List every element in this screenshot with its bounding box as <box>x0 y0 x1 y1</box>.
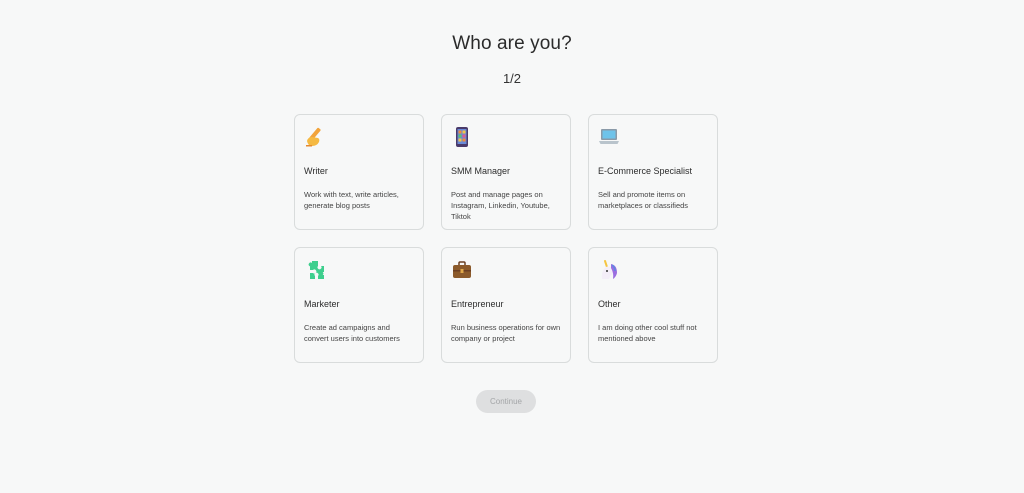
role-name: E-Commerce Specialist <box>598 166 693 176</box>
role-grid: Writer Work with text, write articles, g… <box>294 114 718 363</box>
page-title: Who are you? <box>452 33 572 54</box>
role-card-marketer[interactable]: Marketer Create ad campaigns and convert… <box>294 247 424 363</box>
laptop-icon <box>598 126 620 148</box>
role-description: Work with text, write articles, generate… <box>304 190 399 210</box>
role-name: Entrepreneur <box>451 299 504 309</box>
role-card-other[interactable]: Other I am doing other cool stuff not me… <box>588 247 718 363</box>
role-card-entrepreneur[interactable]: Entrepreneur Run business operations for… <box>441 247 571 363</box>
writing-hand-icon <box>304 126 326 148</box>
role-name: Writer <box>304 166 328 176</box>
step-indicator: 1/2 <box>502 71 522 86</box>
unicorn-icon <box>598 259 620 281</box>
role-description: Post and manage pages on Instagram, Link… <box>451 190 550 221</box>
mobile-phone-icon <box>451 126 473 148</box>
role-card-writer[interactable]: Writer Work with text, write articles, g… <box>294 114 424 230</box>
role-name: Marketer <box>304 299 340 309</box>
role-description: Sell and promote items on marketplaces o… <box>598 190 689 210</box>
role-name: SMM Manager <box>451 166 511 176</box>
role-card-ecommerce-specialist[interactable]: E-Commerce Specialist Sell and promote i… <box>588 114 718 230</box>
role-description: Run business operations for own company … <box>451 323 561 343</box>
role-card-smm-manager[interactable]: SMM Manager Post and manage pages on Ins… <box>441 114 571 230</box>
onboarding-page: Who are you? 1/2 Writer Work with text, … <box>0 0 1024 493</box>
role-name: Other <box>598 299 621 309</box>
continue-button[interactable]: Continue <box>476 390 536 413</box>
briefcase-icon <box>451 259 473 281</box>
role-description: I am doing other cool stuff not mentione… <box>598 323 697 343</box>
puzzle-piece-icon <box>304 259 326 281</box>
role-description: Create ad campaigns and convert users in… <box>304 323 400 343</box>
